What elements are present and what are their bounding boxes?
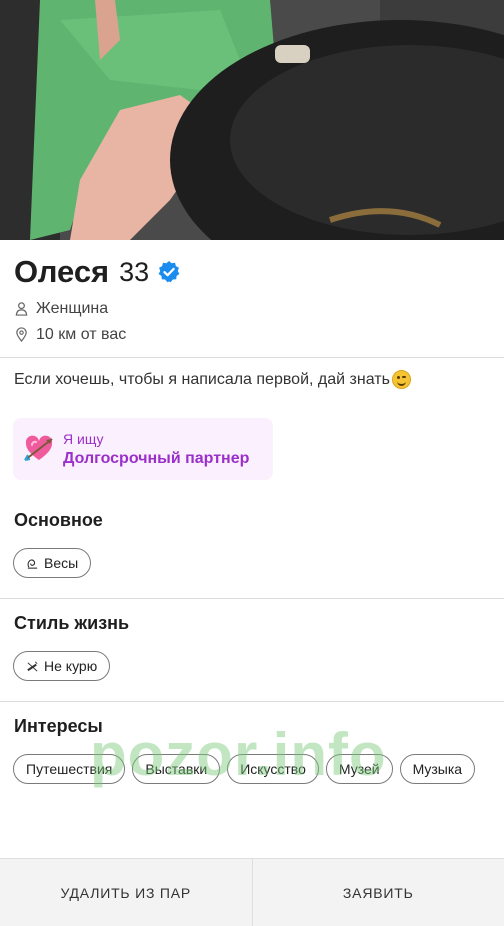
person-icon: [14, 301, 30, 317]
location-pin-icon: [14, 327, 30, 343]
libra-icon: [26, 557, 39, 570]
section-title-interests: Интересы: [14, 716, 103, 736]
lifestyle-chips: Не курю: [13, 651, 494, 681]
profile-name: Олеся: [14, 254, 110, 289]
chip-interest[interactable]: Музей: [325, 754, 393, 784]
remove-match-button[interactable]: УДАЛИТЬ ИЗ ПАР: [0, 859, 252, 926]
gender-text: Женщина: [36, 300, 109, 317]
interests-chips: Путешествия Выставки Искусство Музей Муз…: [13, 754, 494, 784]
chip-interest[interactable]: Искусство: [227, 754, 319, 784]
name-row: Олеся 33: [14, 252, 490, 292]
distance-row: 10 км от вас: [14, 322, 490, 348]
gender-row: Женщина: [14, 296, 490, 322]
chip-zodiac[interactable]: Весы: [13, 548, 92, 578]
looking-for-card: Я ищу Долгосрочный партнер: [13, 418, 273, 480]
report-button[interactable]: ЗАЯВИТЬ: [251, 859, 504, 926]
bio: Если хочешь, чтобы я написала первой, да…: [14, 370, 411, 389]
looking-for-value: Долгосрочный партнер: [63, 449, 250, 467]
chip-smoking[interactable]: Не курю: [13, 651, 111, 681]
looking-for-text: Я ищу Долгосрочный партнер: [63, 431, 249, 468]
divider: [0, 701, 504, 702]
chip-label: Весы: [44, 555, 79, 571]
section-title-lifestyle: Стиль жизнь: [14, 613, 130, 633]
profile-age: 33: [119, 256, 150, 287]
bottom-action-bar: УДАЛИТЬ ИЗ ПАР ЗАЯВИТЬ: [0, 858, 504, 926]
basic-chips: Весы: [13, 548, 494, 578]
section-title-basic: Основное: [14, 510, 103, 530]
chip-interest[interactable]: Выставки: [132, 754, 221, 784]
heart-arrow-icon: [23, 433, 55, 465]
divider: [0, 357, 504, 358]
chip-interest[interactable]: Музыка: [399, 754, 476, 784]
profile-header: Олеся 33 Женщина 10 км от вас: [14, 252, 490, 348]
bio-text: Если хочешь, чтобы я написала первой, да…: [14, 370, 390, 388]
chip-label: Не курю: [44, 658, 98, 674]
no-smoking-icon: [26, 660, 39, 673]
looking-for-label: Я ищу: [63, 430, 104, 447]
chip-interest[interactable]: Путешествия: [13, 754, 126, 784]
profile-photo[interactable]: [0, 0, 504, 240]
distance-text: 10 км от вас: [36, 326, 127, 343]
divider: [0, 598, 504, 599]
verified-badge-icon: [157, 260, 181, 284]
wink-emoji-icon: [391, 370, 411, 389]
